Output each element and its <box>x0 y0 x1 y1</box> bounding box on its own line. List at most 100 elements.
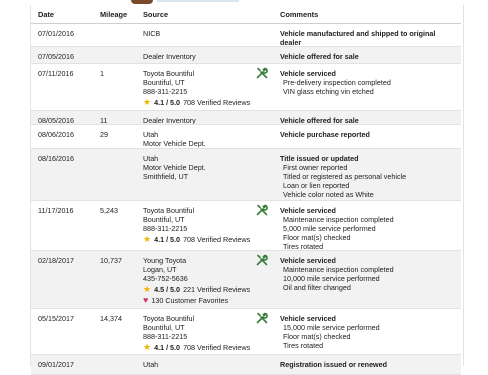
row-comments: Registration issued or renewed <box>280 360 450 369</box>
rating-reviews: 708 Verified Reviews <box>183 342 251 352</box>
row-comments: Vehicle serviced Maintenance inspection c… <box>280 206 450 251</box>
row-source: Toyota Bountiful Bountiful, UT 888-311-221… <box>143 206 250 244</box>
source-line: Motor Vehicle Dept. <box>143 139 206 148</box>
row-source: Toyota Bountiful Bountiful, UT 888-311-221… <box>143 314 250 352</box>
comment-title: Registration issued or renewed <box>280 360 388 369</box>
comment-item: Tires rotated <box>283 341 324 350</box>
comment-title: Vehicle offered for sale <box>280 52 359 61</box>
row-comments: Vehicle purchase reported <box>280 130 450 139</box>
table-row: 07/05/2016 Dealer Inventory Vehicle offere… <box>31 47 461 64</box>
rating-score: 4.1 / 5.0 <box>154 97 181 107</box>
row-date: 08/16/2016 <box>38 154 74 163</box>
source-line: Young Toyota <box>143 256 187 265</box>
star-icon: ★ <box>143 233 152 244</box>
row-date: 07/01/2016 <box>38 29 74 38</box>
row-source: Dealer Inventory <box>143 52 196 61</box>
row-date: 02/18/2017 <box>38 256 74 265</box>
wrench-icon <box>256 204 268 216</box>
favorites-label: 130 Customer Favorites <box>151 295 229 305</box>
comment-title: Vehicle serviced <box>280 256 336 265</box>
row-comments: Title issued or updated First owner repor… <box>280 154 450 199</box>
source-line: 435-752-5636 <box>143 274 188 283</box>
source-line: Toyota Bountiful <box>143 206 195 215</box>
customer-favorites[interactable]: ♥ 130 Customer Favorites <box>143 295 250 305</box>
comment-item: 5,000 mile service performed <box>283 224 376 233</box>
source-line: Bountiful, UT <box>143 323 185 332</box>
comment-item: Pre-delivery inspection completed <box>283 78 391 87</box>
comment-title: Vehicle serviced <box>280 69 336 78</box>
header-source: Source <box>143 10 169 19</box>
row-comments: Vehicle manufactured and shipped to orig… <box>280 29 450 47</box>
rating-score: 4.1 / 5.0 <box>154 234 181 244</box>
source-line: Motor Vehicle Dept. <box>143 163 206 172</box>
source-line: Bountiful, UT <box>143 78 185 87</box>
dealer-rating[interactable]: ★ 4.5 / 5.0 221 Verified Reviews <box>143 284 250 294</box>
comment-item: Loan or lien reported <box>283 181 350 190</box>
header-mileage: Mileage <box>100 10 128 19</box>
wrench-icon <box>256 254 268 266</box>
table-row: 07/11/2016 1 Toyota Bountiful Bountiful, UT… <box>31 64 461 111</box>
rating-reviews: 221 Verified Reviews <box>183 284 251 294</box>
comment-item: 10,000 mile service performed <box>283 274 380 283</box>
row-comments: Vehicle serviced 15,000 mile service perf… <box>280 314 450 350</box>
row-mileage: 14,374 <box>100 314 122 323</box>
row-mileage: 1 <box>100 69 104 78</box>
row-date: 09/01/2017 <box>38 360 74 369</box>
comment-title: Title issued or updated <box>280 154 359 163</box>
source-line: Bountiful, UT <box>143 215 185 224</box>
comment-title: Vehicle purchase reported <box>280 130 370 139</box>
row-source: Toyota Bountiful Bountiful, UT 888-311-221… <box>143 69 250 107</box>
heart-icon: ♥ <box>143 294 149 305</box>
source-line: 888-311-2215 <box>143 87 188 96</box>
source-line: Smithfield, UT <box>143 172 189 181</box>
dealer-rating[interactable]: ★ 4.1 / 5.0 708 Verified Reviews <box>143 342 250 352</box>
table-row: 05/15/2017 14,374 Toyota Bountiful Bountifu… <box>31 309 461 355</box>
table-row: 08/06/2016 29 Utah Motor Vehicle Dept. Vehic… <box>31 125 461 149</box>
row-mileage: 5,243 <box>100 206 118 215</box>
source-line: NICB <box>143 29 161 38</box>
row-date: 11/17/2016 <box>38 206 74 215</box>
star-icon: ★ <box>143 341 152 352</box>
row-date: 07/05/2016 <box>38 52 74 61</box>
comment-item: 15,000 mile service performed <box>283 323 380 332</box>
comment-item: Maintenance inspection completed <box>283 215 394 224</box>
wrench-icon <box>256 312 268 324</box>
row-mileage: 29 <box>100 130 108 139</box>
row-source: Young Toyota Logan, UT 435-752-5636 ★ 4.5 / … <box>143 256 250 305</box>
comment-title: Vehicle serviced <box>280 314 336 323</box>
table-row: 07/01/2016 NICB Vehicle manufactured and s… <box>31 24 461 47</box>
top-accent-line <box>157 0 239 2</box>
header-date: Date <box>38 10 55 19</box>
row-mileage: 10,737 <box>100 256 122 265</box>
dealer-rating[interactable]: ★ 4.1 / 5.0 708 Verified Reviews <box>143 234 250 244</box>
table-row: 08/05/2016 11 Dealer Inventory Vehicle offe… <box>31 111 461 125</box>
row-source: Utah <box>143 360 158 369</box>
source-line: Toyota Bountiful <box>143 69 195 78</box>
rating-score: 4.1 / 5.0 <box>154 342 181 352</box>
source-line: Utah <box>143 130 159 139</box>
source-line: Toyota Bountiful <box>143 314 195 323</box>
header-comments: Comments <box>280 10 319 19</box>
source-line: Utah <box>143 360 159 369</box>
wrench-icon <box>256 67 268 79</box>
source-line: Logan, UT <box>143 265 177 274</box>
table-row: 11/17/2016 5,243 Toyota Bountiful Bountiful… <box>31 201 461 251</box>
comment-item: Floor mat(s) checked <box>283 332 351 341</box>
dealer-rating[interactable]: ★ 4.1 / 5.0 708 Verified Reviews <box>143 97 250 107</box>
row-source: Utah Motor Vehicle Dept. Smithfield, UT <box>143 154 206 181</box>
comment-title: Vehicle serviced <box>280 206 336 215</box>
rating-reviews: 708 Verified Reviews <box>183 97 251 107</box>
row-date: 08/06/2016 <box>38 130 74 139</box>
source-line: Dealer Inventory <box>143 52 196 61</box>
row-comments: Vehicle serviced Pre-delivery inspection … <box>280 69 450 96</box>
rating-score: 4.5 / 5.0 <box>154 284 181 294</box>
comment-title: Vehicle manufactured and shipped to orig… <box>280 29 436 47</box>
source-line: 888-311-2215 <box>143 332 188 341</box>
comment-item: Maintenance inspection completed <box>283 265 394 274</box>
table-row: 09/01/2017 Utah Registration issued or ren… <box>31 355 461 375</box>
row-source: Utah Motor Vehicle Dept. <box>143 130 206 148</box>
source-line: Utah <box>143 154 159 163</box>
comment-item: VIN glass etching vin etched <box>283 87 374 96</box>
source-line: 888-311-2215 <box>143 224 188 233</box>
comment-item: Vehicle color noted as White <box>283 190 374 199</box>
